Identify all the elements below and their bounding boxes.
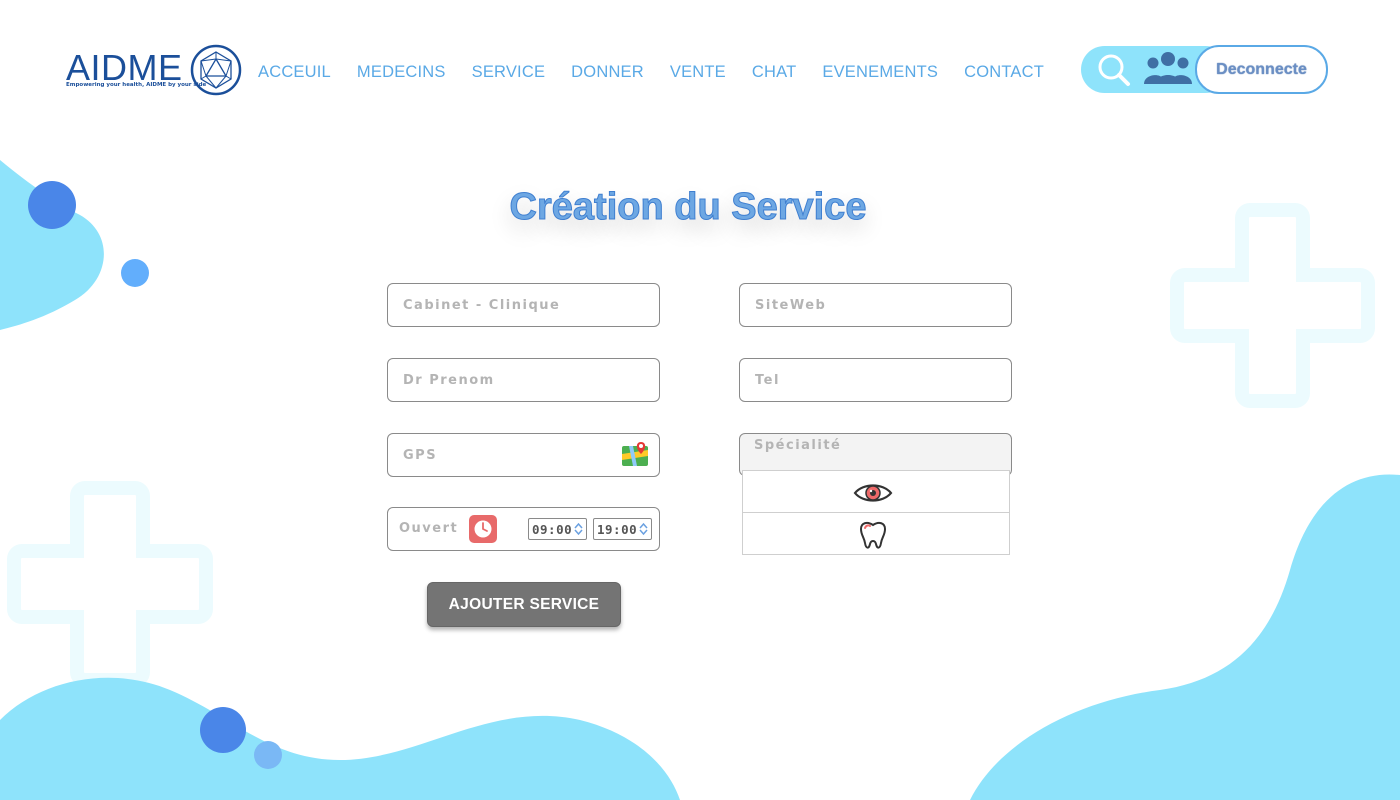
brand-logo[interactable]: AIDME Empowering your health, AIDME by y…: [66, 44, 246, 100]
tel-input[interactable]: [740, 359, 1011, 401]
nav-item-chat[interactable]: CHAT: [752, 63, 797, 82]
search-button[interactable]: [1094, 50, 1134, 90]
logo-icosahedron-icon: [190, 44, 242, 96]
time-spinner-icon[interactable]: [574, 522, 583, 536]
nav-item-evenements[interactable]: EVENEMENTS: [822, 63, 938, 82]
users-icon: [1144, 52, 1192, 84]
prenom-field-wrapper: [387, 358, 660, 402]
main-nav: ACCEUIL MEDECINS SERVICE DONNER VENTE CH…: [258, 60, 1070, 84]
hours-field-wrapper: Ouvert 09:00 19:00: [387, 507, 660, 551]
search-icon: [1098, 54, 1130, 86]
prenom-input[interactable]: [388, 359, 659, 401]
gps-field-wrapper: [387, 433, 660, 477]
open-time-value: 09:00: [532, 522, 573, 537]
tel-field-wrapper: [739, 358, 1012, 402]
nav-item-contact[interactable]: CONTACT: [964, 63, 1044, 82]
specialite-option-tooth[interactable]: [742, 512, 1010, 555]
open-time-input[interactable]: 09:00: [528, 518, 587, 540]
brand-tagline: Empowering your health, AIDME by your si…: [66, 82, 207, 88]
nav-item-vente[interactable]: VENTE: [670, 63, 726, 82]
page-title: Création du Service: [509, 186, 867, 229]
add-service-button[interactable]: AJOUTER SERVICE: [427, 582, 621, 627]
header: AIDME Empowering your health, AIDME by y…: [0, 0, 1400, 140]
open-label: Ouvert: [399, 521, 459, 536]
specialite-label: Spécialité: [754, 438, 842, 453]
siteweb-input[interactable]: [740, 284, 1011, 326]
nav-item-acceuil[interactable]: ACCEUIL: [258, 63, 331, 82]
clock-icon: [469, 515, 497, 543]
time-spinner-icon[interactable]: [639, 522, 648, 536]
specialite-option-eye[interactable]: [742, 470, 1010, 513]
nav-item-medecins[interactable]: MEDECINS: [357, 63, 446, 82]
tooth-icon: [859, 521, 887, 549]
siteweb-field-wrapper: [739, 283, 1012, 327]
close-time-input[interactable]: 19:00: [593, 518, 652, 540]
cabinet-field-wrapper: [387, 283, 660, 327]
close-time-value: 19:00: [597, 522, 638, 537]
users-button[interactable]: [1142, 48, 1194, 90]
cabinet-input[interactable]: [388, 284, 659, 326]
nav-item-service[interactable]: SERVICE: [472, 63, 546, 82]
map-pin-icon[interactable]: [621, 440, 649, 468]
logout-button[interactable]: Deconnecte: [1195, 45, 1328, 94]
gps-input[interactable]: [388, 434, 659, 476]
nav-item-donner[interactable]: DONNER: [571, 63, 644, 82]
eye-icon: [853, 484, 893, 502]
